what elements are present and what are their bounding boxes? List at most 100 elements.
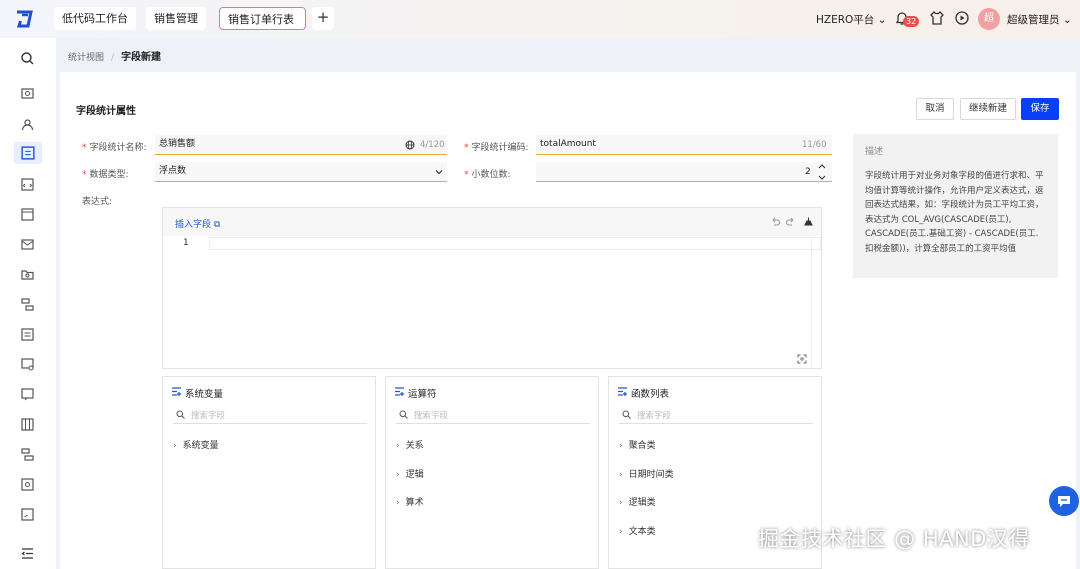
sidebar	[0, 38, 56, 569]
format-brush-icon[interactable]	[803, 216, 814, 227]
chevron-right-icon: ›	[619, 498, 623, 508]
type-select[interactable]: 浮点数	[155, 162, 447, 182]
sidebar-item-statistics[interactable]	[14, 142, 42, 164]
code-char-count: 11/60	[802, 140, 827, 150]
platform-switcher[interactable]: HZERO平台 ⌄	[816, 12, 886, 27]
description-panel: 描述 字段统计用于对业务对象字段的值进行求和、平均值计算等统计操作，允许用户定义…	[853, 134, 1058, 278]
code-label-text: 字段统计编码:	[471, 143, 529, 153]
tree-item[interactable]: › 关系	[396, 438, 424, 451]
tree-item[interactable]: › 逻辑类	[619, 495, 656, 508]
flow-icon[interactable]	[20, 447, 35, 462]
expression-label: 表达式:	[82, 197, 113, 207]
add-tab-button[interactable]: +	[312, 7, 334, 30]
fullscreen-icon[interactable]	[797, 354, 807, 364]
chevron-down-icon[interactable]	[435, 168, 443, 176]
tree-item-label: 日期时间类	[628, 470, 674, 480]
continue-create-button[interactable]: 继续新建	[960, 98, 1016, 120]
play-circle-icon[interactable]	[954, 10, 970, 26]
tree-item[interactable]: › 算术	[396, 495, 424, 508]
panel-title: 函数列表	[631, 389, 670, 400]
tab-sales-order-lines[interactable]: 销售订单行表	[219, 7, 306, 30]
breadcrumb-separator: /	[111, 53, 115, 63]
search-input[interactable]: 搜索字段	[619, 406, 813, 424]
top-bar: 低代码工作台 销售管理 销售订单行表 + HZERO平台 ⌄ 32 超 超级管理…	[0, 0, 1080, 38]
avatar[interactable]: 超	[978, 8, 1000, 30]
chevron-down-icon: ⌄	[1062, 14, 1072, 26]
tree-item-label: 系统变量	[182, 441, 219, 451]
system-variables-panel: 系统变量 搜索字段 › 系统变量	[162, 376, 376, 569]
undo-icon[interactable]	[770, 217, 780, 227]
form-settings-icon[interactable]	[20, 357, 35, 372]
required-mark: *	[464, 143, 469, 153]
tree-item-label: 逻辑类	[628, 498, 656, 508]
tree-item-label: 算术	[405, 498, 424, 508]
platform-label: HZERO平台	[816, 14, 875, 26]
layers-icon[interactable]	[20, 297, 35, 312]
name-label-text: 字段统计名称:	[89, 143, 147, 153]
insert-field-icon: ⧉	[213, 220, 221, 230]
line-number: 1	[183, 238, 189, 248]
tree-item-label: 文本类	[628, 527, 656, 537]
operator-list-icon	[395, 387, 404, 396]
notification-badge: 32	[903, 16, 920, 27]
editor-scrollbar[interactable]	[811, 237, 812, 367]
app-logo-icon[interactable]	[14, 8, 36, 30]
redo-icon[interactable]	[786, 217, 796, 227]
globe-icon[interactable]	[405, 140, 415, 150]
cancel-button[interactable]: 取消	[916, 98, 954, 120]
collapse-menu-icon[interactable]	[20, 546, 35, 561]
window-icon[interactable]	[20, 207, 35, 222]
monitor-icon[interactable]	[20, 87, 35, 102]
name-input[interactable]: 总销售额	[155, 135, 447, 155]
expression-editor[interactable]: 插入字段 ⧉ 1	[162, 207, 822, 369]
list-icon[interactable]	[20, 327, 35, 342]
shirt-icon[interactable]	[929, 10, 945, 26]
decimal-stepper[interactable]	[536, 162, 832, 182]
variable-list-icon	[172, 387, 181, 396]
search-icon[interactable]	[20, 51, 35, 66]
code-input[interactable]: totalAmount	[536, 135, 832, 155]
tree-item[interactable]: › 文本类	[619, 524, 656, 537]
type-value: 浮点数	[159, 166, 187, 176]
user-group-icon[interactable]	[20, 117, 35, 132]
help-chat-button[interactable]	[1049, 486, 1079, 516]
settings-panel-icon[interactable]	[20, 477, 35, 492]
search-input[interactable]: 搜索字段	[396, 406, 590, 424]
function-list-icon	[618, 387, 627, 396]
breadcrumb-parent[interactable]: 统计视图	[68, 53, 104, 63]
required-mark: *	[82, 143, 87, 153]
user-menu[interactable]: 超级管理员 ⌄	[1007, 12, 1072, 27]
insert-field-label: 插入字段	[175, 220, 212, 230]
code-window-icon[interactable]	[20, 177, 35, 192]
required-mark: *	[82, 170, 87, 180]
insert-field-button[interactable]: 插入字段 ⧉	[175, 217, 220, 230]
decimal-label-text: 小数位数:	[471, 170, 511, 180]
chevron-down-icon: ⌄	[877, 14, 887, 26]
name-label: * 字段统计名称:	[82, 140, 147, 153]
tree-item-label: 聚合类	[628, 441, 656, 451]
code-label: * 字段统计编码:	[464, 140, 529, 153]
editor-active-line[interactable]	[209, 237, 821, 250]
required-mark: *	[464, 170, 469, 180]
decimal-label: * 小数位数:	[464, 167, 511, 180]
folder-settings-icon[interactable]	[20, 267, 35, 282]
mail-icon[interactable]	[20, 237, 35, 252]
tab-lowcode-workbench[interactable]: 低代码工作台	[54, 7, 136, 30]
name-value: 总销售额	[159, 139, 196, 149]
description-body: 字段统计用于对业务对象字段的值进行求和、平均值计算等统计操作，允许用户定义表达式…	[865, 171, 1044, 254]
terminal-icon[interactable]	[20, 507, 35, 522]
user-name: 超级管理员	[1007, 14, 1060, 26]
tree-item[interactable]: › 日期时间类	[619, 467, 674, 480]
tree-item[interactable]: › 逻辑	[396, 467, 424, 480]
search-input[interactable]: 搜索字段	[173, 406, 367, 424]
chevron-right-icon: ›	[619, 527, 623, 537]
save-button[interactable]: 保存	[1021, 98, 1059, 120]
chat-code-icon[interactable]	[20, 387, 35, 402]
stepper-arrows-icon[interactable]	[818, 163, 826, 181]
tab-sales-management[interactable]: 销售管理	[146, 7, 206, 30]
tree-item[interactable]: › 聚合类	[619, 438, 656, 451]
tree-item[interactable]: › 系统变量	[173, 438, 219, 451]
search-placeholder: 搜索字段	[637, 411, 672, 421]
type-label: * 数据类型:	[82, 167, 129, 180]
table-icon[interactable]	[20, 417, 35, 432]
